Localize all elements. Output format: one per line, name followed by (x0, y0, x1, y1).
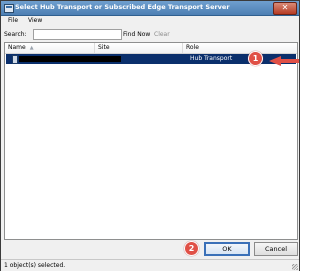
step-1-marker: 1 (248, 51, 263, 66)
pointer-arrow-icon (269, 56, 299, 66)
search-label: Search: (4, 31, 27, 38)
row-role: Hub Transport (190, 55, 233, 62)
cancel-button[interactable]: Cancel (254, 242, 298, 256)
column-site-label: Site (98, 44, 110, 51)
window-title: Select Hub Transport or Subscribed Edge … (15, 3, 230, 11)
search-input[interactable] (33, 29, 122, 40)
window-icon (4, 4, 14, 13)
status-bar: 1 object(s) selected. (1, 259, 299, 271)
server-icon (12, 55, 18, 64)
column-header-name[interactable]: Name ▲ (5, 43, 95, 53)
close-button[interactable]: ✕ (273, 2, 297, 15)
search-bar: Search: Find Now Clear (1, 29, 299, 41)
server-list[interactable]: Name ▲ Site Role Hub Transport (4, 42, 298, 240)
menu-view[interactable]: View (28, 17, 42, 24)
row-name-redacted (19, 56, 121, 62)
find-now-button[interactable]: Find Now (123, 31, 150, 38)
clear-button[interactable]: Clear (154, 31, 170, 38)
step-2-marker: 2 (184, 241, 199, 256)
column-role-label: Role (186, 44, 199, 51)
menu-file[interactable]: File (8, 17, 18, 24)
column-header-role[interactable]: Role (183, 43, 297, 53)
sort-ascending-icon: ▲ (29, 45, 34, 51)
column-name-label: Name (8, 44, 26, 51)
ok-button[interactable]: OK (204, 242, 250, 256)
dialog-window: Select Hub Transport or Subscribed Edge … (0, 0, 300, 271)
resize-grip-icon[interactable] (292, 264, 298, 270)
menu-bar: File View (1, 16, 299, 26)
title-bar[interactable]: Select Hub Transport or Subscribed Edge … (1, 1, 299, 16)
status-text: 1 object(s) selected. (4, 262, 66, 269)
column-header-site[interactable]: Site (95, 43, 183, 53)
